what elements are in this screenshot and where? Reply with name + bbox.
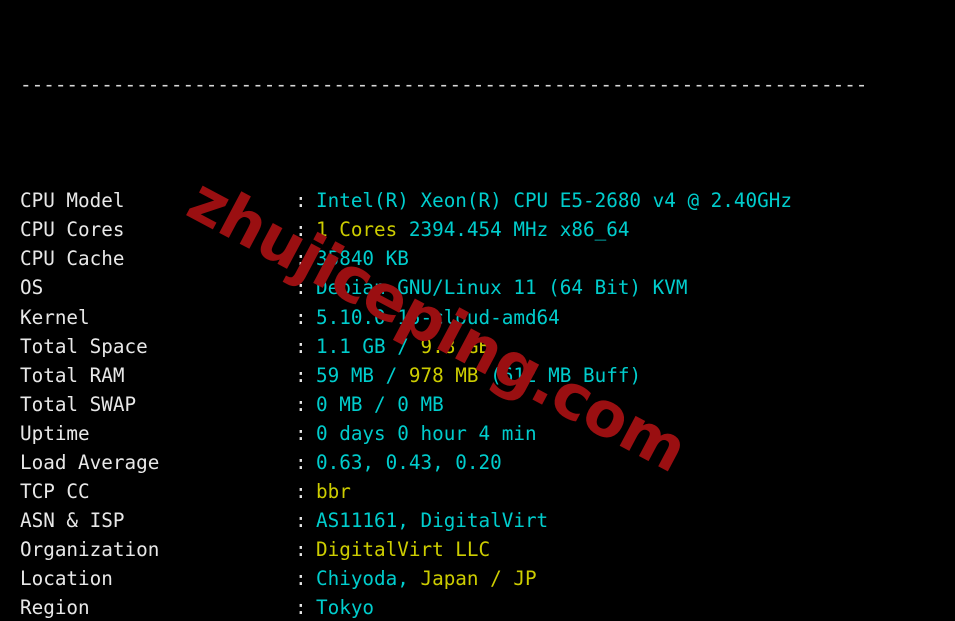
colon-separator: : [295, 421, 307, 445]
system-info-value: 0 MB / 0 MB [316, 393, 444, 416]
system-info-value-part: Japan / JP [420, 566, 537, 590]
colon-separator: : [295, 334, 307, 358]
system-info-value: bbr [316, 480, 351, 503]
system-info-label: CPU Cache [20, 247, 125, 271]
colon-separator: : [295, 189, 307, 213]
system-info-row: Load Average:0.63, 0.43, 0.20 [0, 448, 955, 477]
colon-separator: : [295, 276, 307, 300]
system-info-value-part: 0 days 0 hour 4 min [316, 421, 537, 445]
colon-separator: : [295, 363, 307, 387]
colon-separator: : [295, 450, 307, 474]
system-info-label: Total SWAP [20, 392, 137, 416]
separator-top: ----------------------------------------… [0, 70, 955, 99]
colon-separator: : [295, 218, 307, 242]
colon-separator: : [295, 392, 307, 416]
system-info-label: ASN & ISP [20, 508, 125, 532]
system-info-row: CPU Cache:35840 KB [0, 244, 955, 273]
system-info-row: CPU Model: Intel(R) Xeon(R) CPU E5-2680 v… [0, 186, 955, 215]
system-info-row: Organization: DigitalVirt LLC [0, 535, 955, 564]
system-info-value: 1 Cores 2394.454 MHz x86_64 [316, 218, 629, 241]
system-info-label: TCP CC [20, 479, 90, 503]
system-info-value: AS11161, DigitalVirt [316, 509, 548, 532]
system-info-label: Kernel [20, 305, 90, 329]
system-info-value: Tokyo [316, 596, 374, 619]
system-info-value-part: bbr [316, 479, 351, 503]
colon-separator: : [295, 247, 307, 271]
system-info-value-part: (612 MB Buff) [490, 363, 642, 387]
system-info-row: Region: Tokyo [0, 593, 955, 621]
system-info-value-part: 1.1 GB / [316, 334, 421, 358]
colon-separator: : [295, 566, 307, 590]
system-info-row: Location: Chiyoda, Japan / JP [0, 564, 955, 593]
system-info-value-part: 5.10.0-15-cloud-amd64 [316, 305, 560, 329]
system-info-value: 0 days 0 hour 4 min [316, 422, 537, 445]
system-info-value: 1.1 GB / 9.8 GB [316, 335, 490, 358]
system-info-value-part: DigitalVirt LLC [316, 537, 491, 561]
system-info-label: CPU Model [20, 189, 125, 213]
system-info-label: CPU Cores [20, 218, 125, 242]
system-info-label: OS [20, 276, 44, 300]
system-info-value-part: AS11161, DigitalVirt [316, 508, 549, 532]
separator-top-dashes: ----------------------------------------… [20, 73, 868, 97]
system-info-value: 35840 KB [316, 247, 409, 270]
system-info-row: OS: Debian GNU/Linux 11 (64 Bit) KVM [0, 273, 955, 302]
system-info-row: Uptime:0 days 0 hour 4 min [0, 419, 955, 448]
system-info-label: Load Average [20, 450, 160, 474]
system-info-row: CPU Cores:1 Cores 2394.454 MHz x86_64 [0, 215, 955, 244]
system-info-row: Total RAM:59 MB / 978 MB (612 MB Buff) [0, 361, 955, 390]
system-info-value: Chiyoda, Japan / JP [316, 567, 537, 590]
system-info-value-part: Chiyoda, [316, 566, 421, 590]
system-info-section: CPU Model: Intel(R) Xeon(R) CPU E5-2680 v… [0, 186, 955, 621]
system-info-value: Intel(R) Xeon(R) CPU E5-2680 v4 @ 2.40GH… [316, 189, 792, 212]
system-info-value: 5.10.0-15-cloud-amd64 [316, 306, 560, 329]
system-info-value-part: 0.63, 0.43, 0.20 [316, 450, 502, 474]
system-info-label: Total RAM [20, 363, 125, 387]
system-info-label: Organization [20, 537, 160, 561]
system-info-row: ASN & ISP: AS11161, DigitalVirt [0, 506, 955, 535]
system-info-value: DigitalVirt LLC [316, 538, 490, 561]
system-info-label: Uptime [20, 421, 90, 445]
system-info-value-part: Intel(R) Xeon(R) CPU E5-2680 v4 @ 2.40GH… [316, 189, 792, 213]
colon-separator: : [295, 537, 307, 561]
system-info-value-part: 9.8 GB [420, 334, 491, 358]
terminal-screen: ----------------------------------------… [0, 0, 955, 621]
terminal-window[interactable]: ----------------------------------------… [0, 0, 955, 621]
system-info-value-part: 2394.454 MHz x86_64 [408, 218, 630, 242]
system-info-value-part: 1 Cores [316, 218, 409, 242]
system-info-label: Total Space [20, 334, 148, 358]
system-info-value-part: 35840 KB [316, 247, 409, 271]
system-info-row: Total SWAP:0 MB / 0 MB [0, 390, 955, 419]
system-info-value-part: 978 MB [408, 363, 491, 387]
colon-separator: : [295, 595, 307, 619]
system-info-label: Region [20, 595, 90, 619]
colon-separator: : [295, 508, 307, 532]
system-info-value: 59 MB / 978 MB (612 MB Buff) [316, 364, 641, 387]
system-info-value: 0.63, 0.43, 0.20 [316, 451, 502, 474]
system-info-row: Kernel:5.10.0-15-cloud-amd64 [0, 303, 955, 332]
system-info-value-part: 0 MB / 0 MB [316, 392, 444, 416]
system-info-value-part: 59 MB / [316, 363, 409, 387]
system-info-value: Debian GNU/Linux 11 (64 Bit) KVM [316, 276, 687, 299]
system-info-label: Location [20, 566, 113, 590]
system-info-row: Total Space:1.1 GB / 9.8 GB [0, 332, 955, 361]
system-info-value-part: Tokyo [316, 595, 375, 619]
system-info-row: TCP CC: bbr [0, 477, 955, 506]
colon-separator: : [295, 479, 307, 503]
colon-separator: : [295, 305, 307, 329]
system-info-value-part: Debian GNU/Linux 11 (64 Bit) KVM [316, 276, 688, 300]
